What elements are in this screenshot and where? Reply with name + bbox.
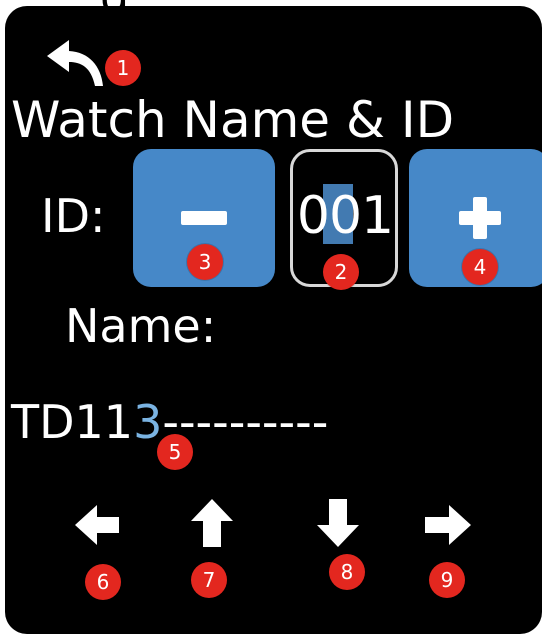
minus-icon — [181, 211, 227, 225]
arrow-left-icon — [75, 505, 119, 545]
plus-icon-vertical — [473, 197, 487, 239]
move-up-button[interactable] — [191, 499, 233, 547]
watch-screen: 1 Watch Name & ID ID: 3 001 2 4 Name: TD… — [5, 6, 542, 634]
badge-name-field: 5 — [157, 434, 193, 470]
id-label: ID: — [41, 189, 106, 243]
badge-id-value: 2 — [323, 254, 359, 290]
badge-down: 8 — [329, 554, 365, 590]
badge-up: 7 — [191, 562, 227, 598]
badge-left: 6 — [85, 564, 121, 600]
name-label: Name: — [65, 299, 217, 353]
badge-back: 1 — [105, 50, 141, 86]
arrow-down-icon — [317, 499, 359, 547]
move-down-button[interactable] — [317, 499, 359, 547]
back-button[interactable] — [41, 34, 107, 92]
arrow-right-icon — [425, 505, 471, 545]
name-prefix: TD11 — [11, 395, 134, 449]
back-arrow-icon — [47, 40, 103, 86]
badge-minus: 3 — [187, 244, 223, 280]
move-right-button[interactable] — [425, 505, 471, 545]
badge-plus: 4 — [462, 249, 498, 285]
page-title: Watch Name & ID — [11, 91, 455, 149]
arrow-up-icon — [191, 499, 233, 547]
move-left-button[interactable] — [75, 505, 121, 545]
name-cursor-char: 3 — [133, 395, 163, 449]
badge-right: 9 — [429, 562, 465, 598]
id-value: 001 — [296, 186, 394, 246]
